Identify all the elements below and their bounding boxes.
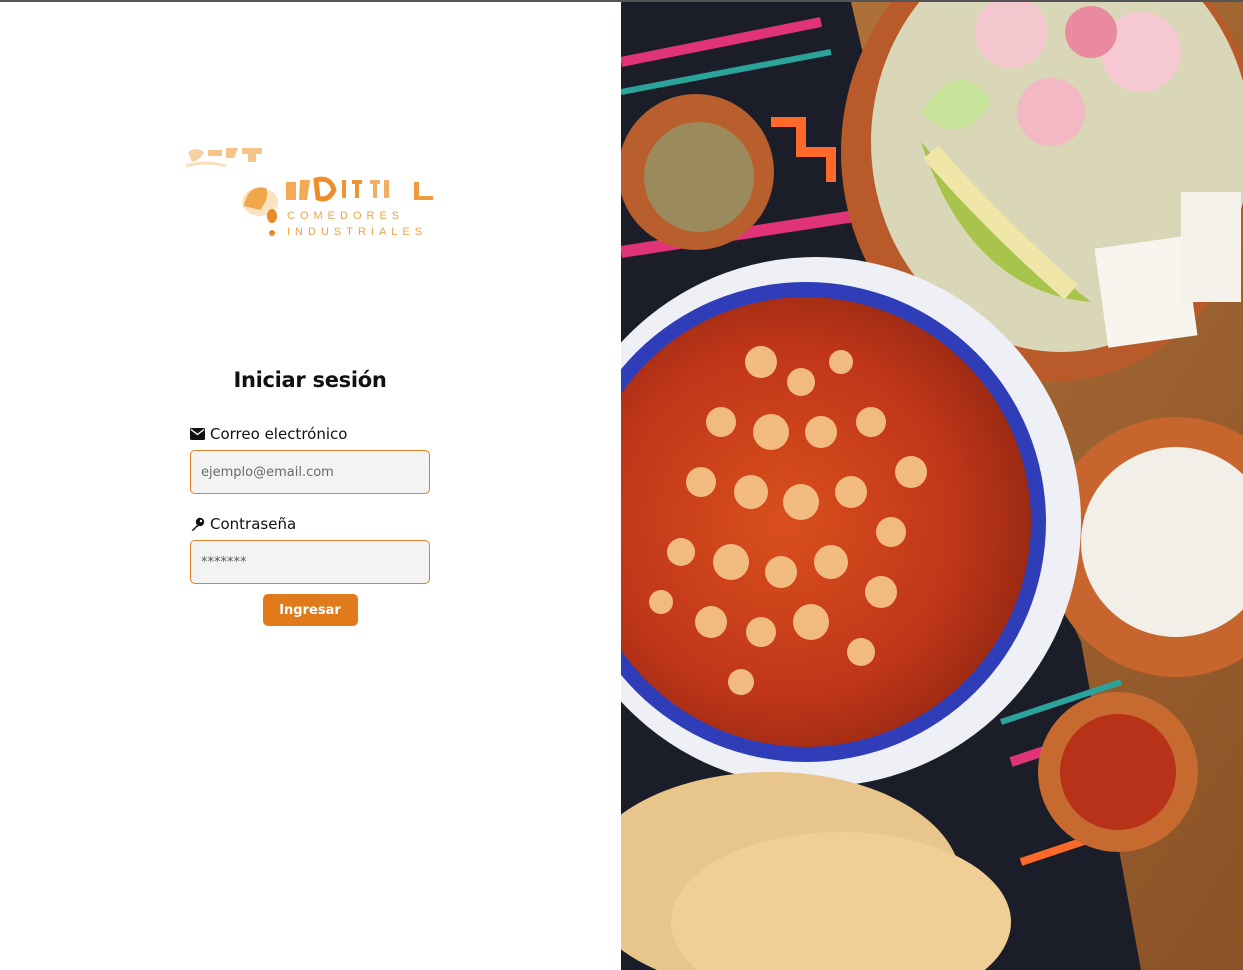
submit-button[interactable]: Ingresar — [262, 594, 358, 626]
password-label: Contraseña — [190, 514, 430, 534]
hero-food-image — [621, 2, 1243, 970]
email-label-text: Correo electrónico — [210, 425, 348, 443]
login-title: Iniciar sesión — [233, 368, 387, 392]
logo-text-industriales: INDUSTRIALES — [287, 226, 428, 238]
food-photo-icon — [621, 2, 1243, 970]
password-label-text: Contraseña — [210, 515, 297, 533]
email-field[interactable] — [190, 450, 430, 494]
company-logo: COMEDORES INDUSTRIALES — [184, 140, 444, 244]
envelope-icon — [190, 428, 205, 440]
logo-text-comedores: COMEDORES — [287, 210, 405, 222]
key-icon — [191, 517, 205, 531]
login-form: Iniciar sesión Correo electrónico Contra… — [190, 368, 430, 626]
password-field[interactable] — [190, 540, 430, 584]
login-panel: COMEDORES INDUSTRIALES Iniciar sesión Co… — [0, 2, 621, 970]
email-label: Correo electrónico — [190, 424, 430, 444]
